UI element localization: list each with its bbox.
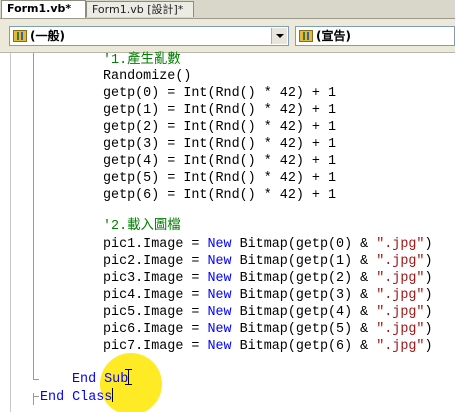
- code-line-pic: pic1.Image = New Bitmap(getp(0) & ".jpg"…: [103, 236, 433, 253]
- code-line-pic: pic2.Image = New Bitmap(getp(1) & ".jpg"…: [103, 253, 433, 270]
- code-line-pic: pic7.Image = New Bitmap(getp(6) & ".jpg"…: [103, 338, 433, 355]
- code-line-end-class: End Class: [40, 388, 114, 405]
- code-comment-2: '2.載入圖檔: [103, 219, 181, 234]
- outline-guide-end-sub: [33, 379, 39, 380]
- code-editor-window: Form1.vb* Form1.vb [設計]* (一般) (宣告) '1.產生…: [0, 0, 455, 412]
- method-icon: [299, 30, 313, 42]
- code-line-getp: getp(3) = Int(Rnd() * 42) + 1: [103, 137, 337, 152]
- code-line-getp: getp(5) = Int(Rnd() * 42) + 1: [103, 171, 337, 186]
- class-icon: [13, 30, 27, 42]
- outline-guide-end-class: [33, 396, 39, 397]
- keyword-token: New: [207, 339, 232, 354]
- chevron-down-icon[interactable]: [271, 28, 287, 44]
- code-line-pic: pic3.Image = New Bitmap(getp(2) & ".jpg"…: [103, 270, 433, 287]
- code-token: pic1.Image =: [103, 237, 208, 252]
- code-token: pic7.Image =: [103, 339, 208, 354]
- document-tab-strip: Form1.vb* Form1.vb [設計]*: [0, 0, 455, 19]
- code-line-pic: pic6.Image = New Bitmap(getp(5) & ".jpg"…: [103, 321, 433, 338]
- text-caret: [112, 388, 114, 402]
- keyword-token: New: [207, 305, 232, 320]
- string-token: ".jpg": [376, 237, 425, 252]
- keyword-token: New: [207, 237, 232, 252]
- code-token: pic4.Image =: [103, 288, 208, 303]
- string-token: ".jpg": [376, 288, 425, 303]
- object-dropdown[interactable]: (一般): [9, 26, 289, 46]
- outline-guide-class: [33, 393, 34, 405]
- string-token: ".jpg": [376, 339, 425, 354]
- code-line-getp: getp(6) = Int(Rnd() * 42) + 1: [103, 188, 337, 203]
- code-line-pic: pic4.Image = New Bitmap(getp(3) & ".jpg"…: [103, 287, 433, 304]
- code-token: pic2.Image =: [103, 254, 208, 269]
- code-token: pic3.Image =: [103, 271, 208, 286]
- keyword-token: New: [207, 322, 232, 337]
- tab-form1-designer[interactable]: Form1.vb [設計]*: [86, 1, 194, 17]
- code-token: ): [424, 305, 433, 320]
- code-token: ): [424, 271, 433, 286]
- tab-form1-vb[interactable]: Form1.vb*: [1, 0, 86, 18]
- code-token: ): [424, 237, 433, 252]
- code-token: pic6.Image =: [103, 322, 208, 337]
- code-line-getp: getp(2) = Int(Rnd() * 42) + 1: [103, 120, 337, 135]
- procedure-dropdown-label: (宣告): [316, 29, 351, 43]
- editor-margin: [0, 53, 11, 412]
- procedure-dropdown[interactable]: (宣告): [295, 26, 455, 46]
- code-token: Bitmap(getp(4) &: [231, 305, 377, 320]
- string-token: ".jpg": [376, 254, 425, 269]
- string-token: ".jpg": [376, 271, 425, 286]
- code-token: Bitmap(getp(2) &: [231, 271, 377, 286]
- code-token: Bitmap(getp(3) &: [231, 288, 377, 303]
- string-token: ".jpg": [376, 322, 425, 337]
- keyword-token: New: [207, 254, 232, 269]
- code-line-end-sub: End Sub: [72, 372, 129, 387]
- code-token: Bitmap(getp(6) &: [231, 339, 377, 354]
- code-token: ): [424, 254, 433, 269]
- code-token: Bitmap(getp(5) &: [231, 322, 377, 337]
- code-line-getp: getp(4) = Int(Rnd() * 42) + 1: [103, 154, 337, 169]
- code-token: ): [424, 322, 433, 337]
- keyword-token: New: [207, 271, 232, 286]
- keyword-token: New: [207, 288, 232, 303]
- code-line-pic: pic5.Image = New Bitmap(getp(4) & ".jpg"…: [103, 304, 433, 321]
- code-token: ): [424, 339, 433, 354]
- ibeam-cursor-icon: [125, 369, 132, 385]
- code-token: pic5.Image =: [103, 305, 208, 320]
- string-token: ".jpg": [376, 305, 425, 320]
- code-token: ): [424, 288, 433, 303]
- code-line-randomize: Randomize(): [103, 69, 192, 84]
- code-line-getp: getp(0) = Int(Rnd() * 42) + 1: [103, 86, 337, 101]
- object-dropdown-label: (一般): [30, 29, 65, 43]
- navigation-bar: (一般) (宣告): [0, 19, 455, 53]
- code-line-getp: getp(1) = Int(Rnd() * 42) + 1: [103, 103, 337, 118]
- outline-guide: [33, 53, 34, 380]
- code-token: Bitmap(getp(1) &: [231, 254, 377, 269]
- code-token: Bitmap(getp(0) &: [231, 237, 377, 252]
- keyword-token: End Class: [40, 390, 113, 405]
- code-comment-1: '1.產生亂數: [103, 53, 181, 68]
- code-editor[interactable]: '1.產生亂數 Randomize() getp(0) = Int(Rnd() …: [0, 53, 455, 412]
